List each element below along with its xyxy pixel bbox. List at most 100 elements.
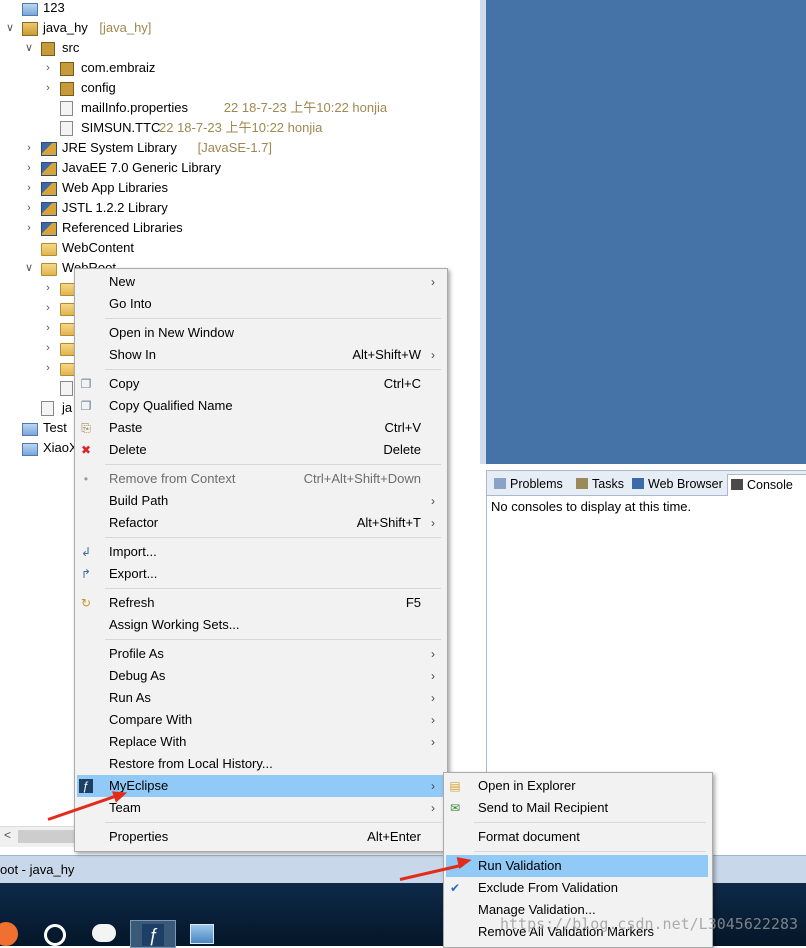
collapse-right-icon[interactable]: › bbox=[23, 138, 35, 158]
collapse-right-icon[interactable]: › bbox=[23, 198, 35, 218]
tab-tasks[interactable]: Tasks bbox=[573, 474, 628, 495]
tree-item[interactable]: WebContent bbox=[0, 238, 470, 258]
tree-item[interactable]: SIMSUN.TTC 22 18-7-23 上午10:22 honjia bbox=[0, 118, 470, 138]
menu-item-shortcut: F5 bbox=[405, 595, 421, 610]
menu-item-shortcut: Ctrl+Alt+Shift+Down bbox=[303, 471, 421, 486]
tree-item[interactable]: ∨ src bbox=[0, 38, 470, 58]
menu-item-go-into[interactable]: Go Into bbox=[77, 293, 443, 315]
menu-item-new[interactable]: New › bbox=[77, 271, 443, 293]
lib-icon bbox=[41, 162, 57, 176]
menu-item-delete[interactable]: ✖ Delete Delete bbox=[77, 439, 443, 461]
tree-item-label: java_hy bbox=[43, 20, 88, 35]
menu-item-team[interactable]: Team › bbox=[77, 797, 443, 819]
collapse-right-icon[interactable]: › bbox=[23, 218, 35, 238]
menu-item-label: Go Into bbox=[109, 296, 152, 311]
menu-item-label: Properties bbox=[109, 829, 169, 844]
copy-icon: ❐ bbox=[80, 377, 92, 391]
tree-item[interactable]: › JRE System Library [JavaSE-1.7] bbox=[0, 138, 470, 158]
menu-item-assign-working-sets[interactable]: Assign Working Sets... bbox=[77, 614, 443, 636]
tree-item[interactable]: › Referenced Libraries bbox=[0, 218, 470, 238]
expand-down-icon[interactable]: ∨ bbox=[4, 18, 16, 38]
collapse-right-icon[interactable]: › bbox=[23, 178, 35, 198]
menu-item-open-in-explorer[interactable]: ▤ Open in Explorer bbox=[446, 775, 708, 797]
collapse-right-icon[interactable]: › bbox=[42, 298, 54, 318]
menu-item-run-validation[interactable]: Run Validation bbox=[446, 855, 708, 877]
tab-console[interactable]: Console bbox=[727, 474, 806, 496]
menu-item-properties[interactable]: Properties Alt+Enter bbox=[77, 826, 443, 848]
submenu-arrow-icon: › bbox=[431, 779, 435, 793]
expand-down-icon[interactable]: ∨ bbox=[23, 258, 35, 278]
collapse-right-icon[interactable]: › bbox=[42, 78, 54, 98]
context-menu: New › Go Into Open in New Window Show In Alt+… bbox=[74, 268, 448, 852]
collapse-right-icon[interactable]: › bbox=[23, 158, 35, 178]
tab-label: Web Browser bbox=[648, 477, 723, 491]
tree-item-label: JavaEE 7.0 Generic Library bbox=[62, 160, 221, 175]
menu-item-build-path[interactable]: Build Path › bbox=[77, 490, 443, 512]
menu-item-open-in-new-window[interactable]: Open in New Window bbox=[77, 322, 443, 344]
tree-item[interactable]: 123 bbox=[0, 0, 470, 18]
folder-icon bbox=[41, 263, 57, 276]
menu-item-import[interactable]: ↲ Import... bbox=[77, 541, 443, 563]
submenu-arrow-icon: › bbox=[431, 735, 435, 749]
submenu-arrow-icon: › bbox=[431, 275, 435, 289]
menu-item-format-document[interactable]: Format document bbox=[446, 826, 708, 848]
tab-problems[interactable]: Problems bbox=[491, 474, 570, 495]
menu-item-profile-as[interactable]: Profile As › bbox=[77, 643, 443, 665]
collapse-right-icon[interactable]: › bbox=[42, 58, 54, 78]
watermark: https://blog.csdn.net/L3045622283 bbox=[500, 915, 799, 933]
menu-item-exclude-from-validation[interactable]: ✔ Exclude From Validation bbox=[446, 877, 708, 899]
menu-item-paste[interactable]: ⎘ Paste Ctrl+V bbox=[77, 417, 443, 439]
tree-item[interactable]: › com.embraiz bbox=[0, 58, 470, 78]
collapse-right-icon[interactable]: › bbox=[42, 358, 54, 378]
tree-item[interactable]: ∨ java_hy [java_hy] bbox=[0, 18, 470, 38]
menu-item-run-as[interactable]: Run As › bbox=[77, 687, 443, 709]
tab-web-browser[interactable]: Web Browser bbox=[629, 474, 726, 495]
menu-item-send-to-mail-recipient[interactable]: ✉ Send to Mail Recipient bbox=[446, 797, 708, 819]
menu-item-shortcut: Alt+Shift+W bbox=[352, 347, 421, 362]
menu-item-copy[interactable]: ❐ Copy Ctrl+C bbox=[77, 373, 443, 395]
checkmark-icon: ✔ bbox=[449, 881, 461, 895]
menu-item-label: Export... bbox=[109, 566, 158, 581]
menu-item-refresh[interactable]: ↻ Refresh F5 bbox=[77, 592, 443, 614]
menu-item-label: Copy Qualified Name bbox=[109, 398, 233, 413]
open-folder-icon: ▤ bbox=[449, 779, 461, 793]
menu-item-copy-qualified-name[interactable]: ❐ Copy Qualified Name bbox=[77, 395, 443, 417]
menu-item-debug-as[interactable]: Debug As › bbox=[77, 665, 443, 687]
scroll-left-icon[interactable]: < bbox=[4, 828, 11, 842]
collapse-right-icon[interactable]: › bbox=[42, 318, 54, 338]
menu-item-label: Team bbox=[109, 800, 141, 815]
menu-item-myeclipse[interactable]: ƒ MyEclipse › bbox=[77, 775, 443, 797]
expand-down-icon[interactable]: ∨ bbox=[23, 38, 35, 58]
menu-item-refactor[interactable]: Refactor Alt+Shift+T › bbox=[77, 512, 443, 534]
menu-item-shortcut: Ctrl+V bbox=[384, 420, 421, 435]
console-icon bbox=[731, 479, 743, 490]
taskbar-wechat-icon[interactable] bbox=[82, 920, 126, 946]
menu-item-replace-with[interactable]: Replace With › bbox=[77, 731, 443, 753]
menu-item-label: Show In bbox=[109, 347, 156, 362]
tree-item[interactable]: › JSTL 1.2.2 Library bbox=[0, 198, 470, 218]
tree-item[interactable]: › config bbox=[0, 78, 470, 98]
web-browser-icon bbox=[632, 478, 644, 489]
collapse-right-icon[interactable]: › bbox=[42, 278, 54, 298]
tree-item-label: WebContent bbox=[62, 240, 135, 255]
menu-item-restore-from-local-history[interactable]: Restore from Local History... bbox=[77, 753, 443, 775]
menu-item-label: Copy bbox=[109, 376, 140, 391]
bfolder-icon bbox=[22, 3, 38, 16]
collapse-right-icon[interactable]: › bbox=[42, 338, 54, 358]
pkg-icon bbox=[60, 62, 74, 76]
menu-item-show-in[interactable]: Show In Alt+Shift+W › bbox=[77, 344, 443, 366]
menu-separator bbox=[105, 318, 441, 319]
tree-item-label: JRE System Library bbox=[62, 140, 177, 155]
taskbar-myeclipse-icon[interactable]: ƒ bbox=[130, 920, 176, 948]
tree-item[interactable]: › Web App Libraries bbox=[0, 178, 470, 198]
menu-item-compare-with[interactable]: Compare With › bbox=[77, 709, 443, 731]
menu-item-remove-from-context[interactable]: • Remove from Context Ctrl+Alt+Shift+Down bbox=[77, 468, 443, 490]
submenu-arrow-icon: › bbox=[431, 713, 435, 727]
taskbar-sync-icon[interactable] bbox=[34, 920, 78, 946]
tree-item[interactable]: mailInfo.properties 22 18-7-23 上午10:22 ho… bbox=[0, 98, 470, 118]
copy-icon: ❐ bbox=[80, 399, 92, 413]
taskbar-image-icon[interactable] bbox=[180, 920, 224, 946]
menu-item-export[interactable]: ↱ Export... bbox=[77, 563, 443, 585]
tree-item-label: ja bbox=[62, 400, 73, 415]
tree-item[interactable]: › JavaEE 7.0 Generic Library bbox=[0, 158, 470, 178]
